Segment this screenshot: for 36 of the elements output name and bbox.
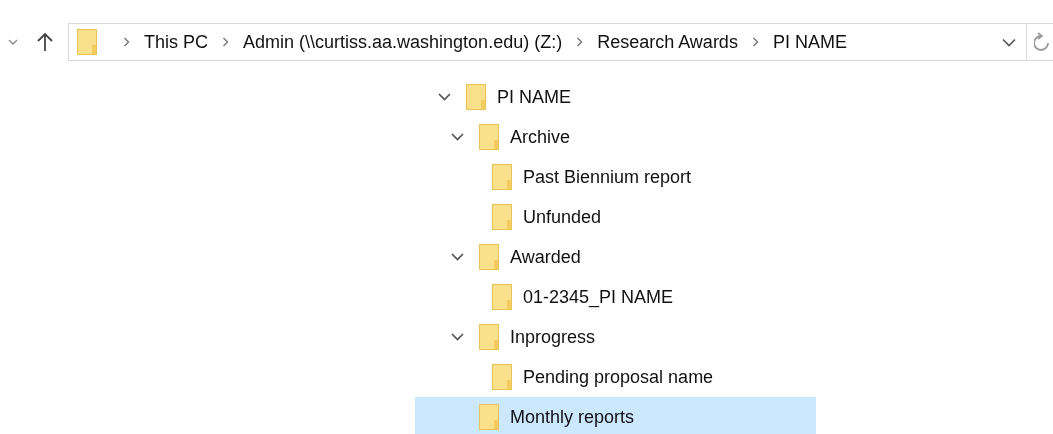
folder-icon — [466, 84, 486, 110]
recent-locations-icon[interactable] — [8, 38, 18, 46]
tree-item[interactable]: Awarded — [415, 237, 816, 277]
tree-item[interactable]: 01-2345_PI NAME — [415, 277, 816, 317]
breadcrumb[interactable]: PI NAME — [772, 31, 847, 53]
refresh-icon[interactable] — [1034, 32, 1049, 52]
expand-chevron-icon[interactable] — [451, 253, 464, 261]
expand-chevron-icon[interactable] — [451, 333, 464, 341]
folder-icon — [479, 404, 499, 430]
expand-chevron-icon[interactable] — [438, 93, 451, 101]
breadcrumb[interactable]: Admin (\\curtiss.aa.washington.edu) (Z:) — [243, 31, 563, 53]
folder-icon — [492, 204, 512, 230]
tree-item[interactable]: Inprogress — [415, 317, 816, 357]
chevron-right-icon — [222, 37, 229, 47]
tree-item[interactable]: PI NAME — [415, 77, 816, 117]
up-arrow-icon[interactable] — [36, 32, 54, 52]
chevron-right-icon — [576, 37, 584, 47]
folder-icon — [492, 284, 512, 310]
folder-icon — [479, 244, 499, 270]
tree-item[interactable]: Unfunded — [415, 197, 816, 237]
dropdown-chevron-icon[interactable] — [1002, 37, 1016, 47]
address-bar[interactable]: This PC Admin (\\curtiss.aa.washington.edu) (Z:) Research Awards PI NAME — [68, 23, 1053, 61]
folder-icon — [479, 124, 499, 150]
chevron-right-icon — [123, 37, 130, 47]
tree-item[interactable]: Monthly reports — [415, 397, 816, 434]
folder-icon — [77, 29, 97, 55]
breadcrumb[interactable]: This PC — [144, 31, 208, 53]
folder-icon — [479, 324, 499, 350]
expand-chevron-icon[interactable] — [451, 133, 464, 141]
folder-icon — [492, 364, 512, 390]
tree-item[interactable]: Archive — [415, 117, 816, 157]
tree-item[interactable]: Past Biennium report — [415, 157, 816, 197]
breadcrumb[interactable]: Research Awards — [597, 31, 738, 53]
tree-item[interactable]: Pending proposal name — [415, 357, 816, 397]
folder-icon — [492, 164, 512, 190]
chevron-right-icon — [751, 37, 759, 47]
